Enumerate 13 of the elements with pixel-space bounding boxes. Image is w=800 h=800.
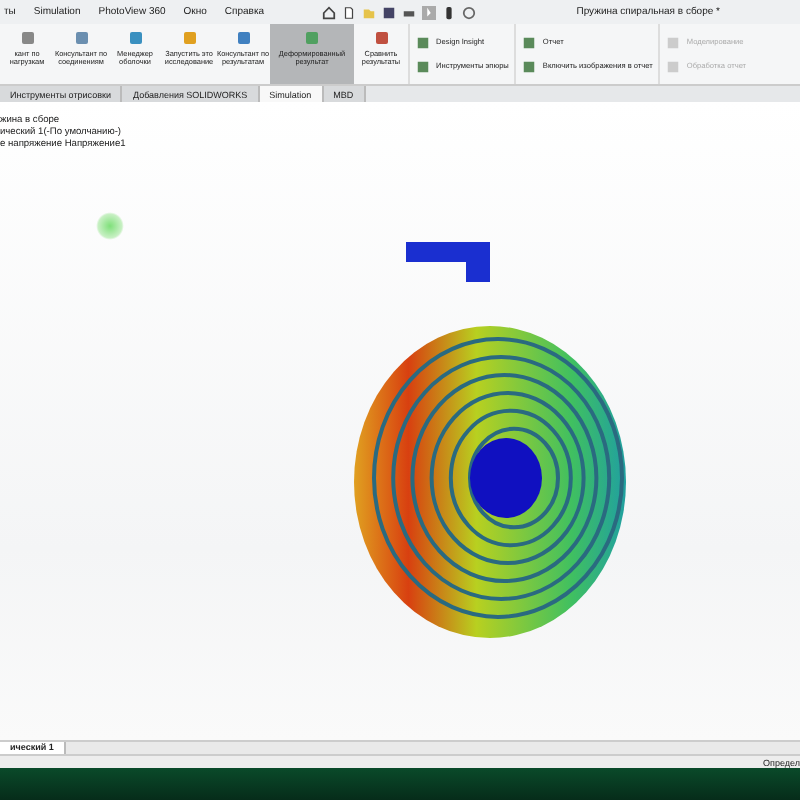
tool-icon xyxy=(19,30,35,46)
tool-icon xyxy=(73,30,89,46)
print-icon[interactable] xyxy=(402,5,417,19)
tool-icon xyxy=(304,30,320,46)
new-file-icon[interactable] xyxy=(342,5,357,19)
home-icon[interactable] xyxy=(322,5,337,19)
tool-icon xyxy=(181,30,197,46)
cursor-highlight-icon xyxy=(96,212,124,240)
options-icon[interactable] xyxy=(462,5,477,19)
tool-icon xyxy=(235,30,251,46)
save-icon[interactable] xyxy=(382,5,397,19)
tool-icon xyxy=(127,30,143,46)
tool-icon xyxy=(373,30,389,46)
